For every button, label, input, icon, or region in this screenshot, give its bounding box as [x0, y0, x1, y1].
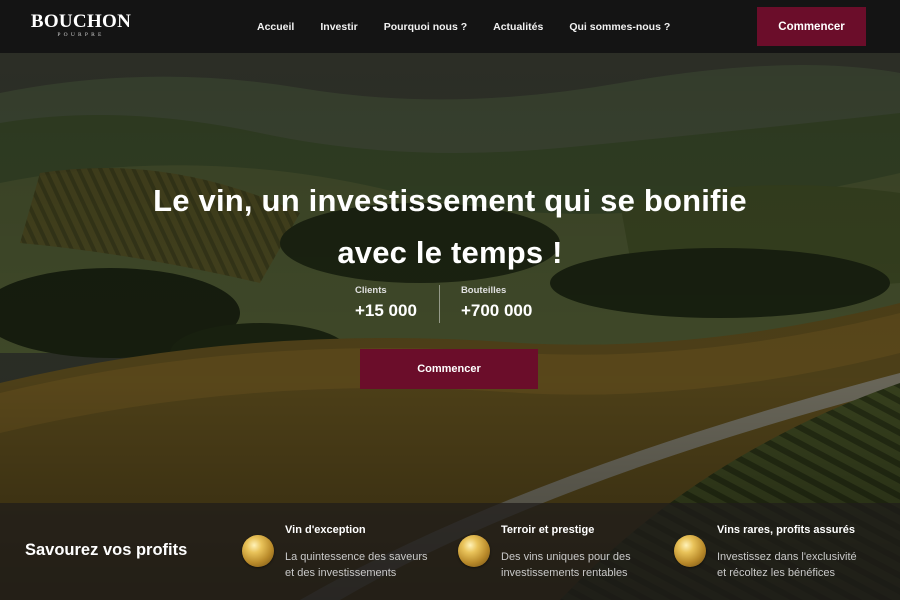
feature-desc-line: Des vins uniques pour des	[501, 551, 631, 563]
stat-clients: Clients +15 000	[355, 285, 439, 323]
feature-desc-line: investissements rentables	[501, 567, 628, 579]
hero-title-line1: Le vin, un investissement qui se bonifie	[153, 183, 747, 218]
stat-value: +15 000	[355, 301, 417, 320]
gold-coin-icon	[458, 535, 490, 567]
nav-item-pourquoi-nous[interactable]: Pourquoi nous ?	[384, 21, 467, 33]
feature-title: Vin d'exception	[285, 524, 366, 536]
benefits-title: Savourez vos profits	[25, 541, 188, 559]
hero-title: Le vin, un investissement qui se bonifie…	[100, 175, 800, 279]
logo-tagline: POURPRE	[57, 32, 105, 38]
feature-title: Terroir et prestige	[501, 524, 595, 536]
feature-desc-line: La quintessence des saveurs	[285, 551, 428, 563]
gold-coin-icon	[242, 535, 274, 567]
hero-title-line2: avec le temps !	[337, 235, 563, 270]
feature-description: Investissez dans l'exclusivité et récolt…	[717, 549, 882, 581]
stat-value: +700 000	[460, 301, 533, 320]
feature-title: Vins rares, profits assurés	[717, 524, 855, 536]
logo[interactable]: BOUCHON POURPRE	[26, 12, 136, 38]
benefits-band: Savourez vos profits Vin d'exception La …	[0, 503, 900, 600]
stats-row: Clients +15 000 Bouteilles +700 000	[355, 285, 532, 323]
nav-item-investir[interactable]: Investir	[320, 21, 357, 33]
site-header: BOUCHON POURPRE Accueil Investir Pourquo…	[0, 0, 900, 53]
hero-start-button[interactable]: Commencer	[360, 349, 538, 389]
gold-coin-icon	[674, 535, 706, 567]
header-start-button[interactable]: Commencer	[757, 7, 866, 46]
stat-label: Bouteilles	[460, 285, 507, 296]
feature-desc-line: Investissez dans l'exclusivité	[717, 551, 857, 563]
nav-item-actualites[interactable]: Actualités	[493, 21, 543, 33]
stat-bottles: Bouteilles +700 000	[438, 285, 533, 323]
feature-desc-line: et des investissements	[285, 567, 397, 579]
stat-label: Clients	[355, 285, 387, 296]
feature-desc-line: et récoltez les bénéfices	[717, 567, 836, 579]
main-nav: Accueil Investir Pourquoi nous ? Actuali…	[257, 0, 670, 53]
nav-item-qui-sommes-nous[interactable]: Qui sommes-nous ?	[569, 21, 670, 33]
nav-item-accueil[interactable]: Accueil	[257, 21, 294, 33]
logo-name: BOUCHON	[30, 11, 132, 32]
feature-description: Des vins uniques pour des investissement…	[501, 549, 666, 581]
feature-description: La quintessence des saveurs et des inves…	[285, 549, 450, 581]
